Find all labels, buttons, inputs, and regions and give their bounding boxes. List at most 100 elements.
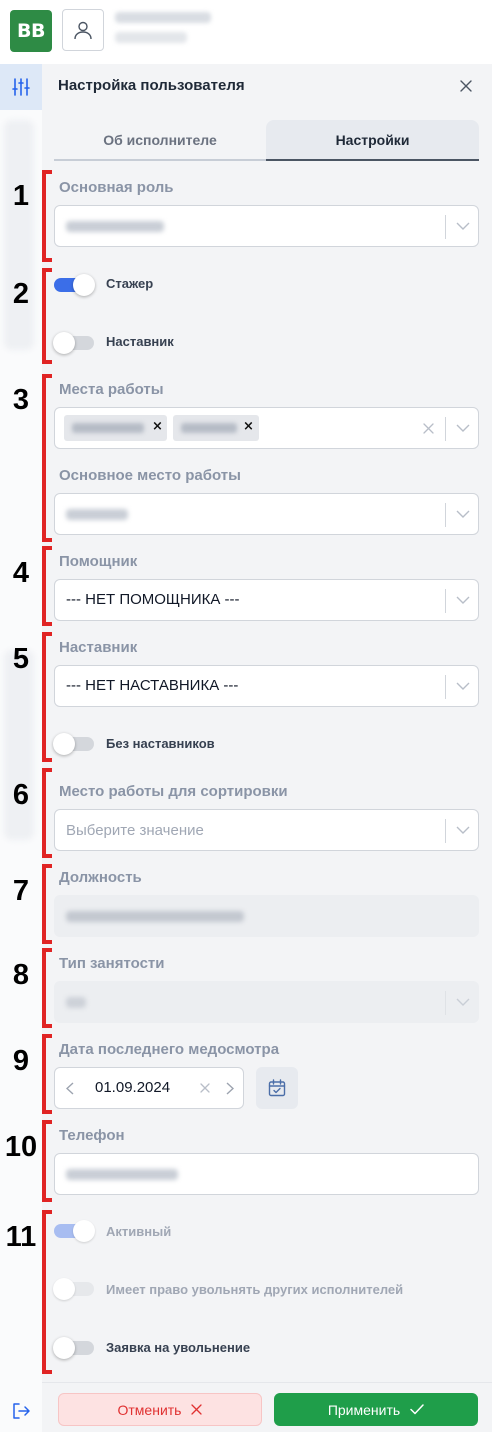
annotation-cap (42, 268, 52, 272)
active-toggle-label: Активный (106, 1224, 172, 1239)
position-field (54, 895, 479, 937)
annotation-cap (42, 1198, 52, 1202)
chevron-down-icon[interactable] (453, 590, 473, 610)
position-label: Должность (59, 869, 142, 886)
annotation-cap (42, 1370, 52, 1374)
annotation-number-9: 9 (12, 1045, 30, 1077)
no-mentors-toggle[interactable] (53, 733, 94, 755)
chevron-left-icon[interactable] (61, 1079, 79, 1097)
check-icon (410, 1404, 424, 1415)
main-role-value-redacted (66, 221, 164, 232)
annotation-bar-10 (42, 1120, 46, 1202)
tab-settings[interactable]: Настройки (266, 120, 479, 161)
mentor-label: Наставник (59, 639, 138, 656)
annotation-number-8: 8 (12, 959, 30, 991)
chevron-down-icon[interactable] (453, 504, 473, 524)
chevron-down-icon[interactable] (453, 820, 473, 840)
chevron-down-icon[interactable] (453, 418, 473, 438)
annotation-cap (42, 374, 52, 378)
annotation-cap (42, 1120, 52, 1124)
assistant-select[interactable]: --- НЕТ ПОМОЩНИКА --- (54, 579, 479, 621)
assistant-value: --- НЕТ ПОМОЩНИКА --- (66, 591, 240, 608)
select-separator (445, 503, 446, 527)
annotation-number-10: 10 (4, 1131, 38, 1163)
annotation-cap (42, 948, 52, 952)
mentor-select[interactable]: --- НЕТ НАСТАВНИКА --- (54, 665, 479, 707)
annotation-bar-4 (42, 546, 46, 626)
app-logo[interactable]: BB (10, 10, 52, 52)
cancel-button[interactable]: Отменить (58, 1393, 262, 1426)
phone-value-redacted (66, 1169, 178, 1180)
user-settings-panel: Настройка пользователя Об исполнителе На… (42, 64, 492, 1432)
annotation-cap (42, 940, 52, 944)
employment-type-select (54, 981, 479, 1023)
annotation-bar-5 (42, 632, 46, 762)
annotation-bar-7 (42, 864, 46, 944)
cancel-button-label: Отменить (117, 1401, 182, 1418)
annotation-number-2: 2 (12, 278, 30, 310)
annotation-number-7: 7 (12, 875, 30, 907)
chip-remove-icon[interactable]: × (152, 419, 163, 434)
chevron-down-icon[interactable] (453, 216, 473, 236)
annotation-cap (42, 360, 52, 364)
mentor-role-toggle[interactable] (53, 332, 94, 354)
assistant-label: Помощник (59, 553, 138, 570)
sliders-icon[interactable] (0, 64, 42, 110)
chip-text-redacted (181, 423, 237, 433)
dismissal-request-toggle[interactable] (53, 1337, 94, 1359)
sort-place-placeholder: Выберите значение (66, 822, 204, 839)
chevron-down-icon (453, 992, 473, 1012)
chevron-down-icon[interactable] (453, 676, 473, 696)
work-places-multiselect[interactable]: × × (54, 407, 479, 449)
clear-icon[interactable] (196, 1079, 214, 1097)
calendar-icon[interactable] (256, 1067, 298, 1109)
tab-about[interactable]: Об исполнителе (54, 120, 266, 161)
annotation-cap (42, 1024, 52, 1028)
panel-title: Настройка пользователя (58, 77, 245, 94)
annotation-bar-6 (42, 768, 46, 858)
annotation-cap (42, 546, 52, 550)
medical-date-value[interactable]: 01.09.2024 (95, 1079, 170, 1096)
logout-icon[interactable] (8, 1398, 34, 1424)
user-avatar-icon[interactable] (62, 9, 104, 51)
work-place-chip: × (173, 415, 259, 441)
annotation-cap (42, 1034, 52, 1038)
chip-text-redacted (72, 423, 144, 433)
work-place-chip: × (64, 415, 167, 441)
intern-toggle[interactable] (54, 274, 95, 296)
annotation-bar-9 (42, 1034, 46, 1114)
clear-icon[interactable] (419, 419, 437, 437)
toggle-knob (53, 733, 75, 755)
main-work-place-select[interactable] (54, 493, 479, 535)
main-work-place-label: Основное место работы (59, 467, 241, 484)
medical-date-label: Дата последнего медосмотра (59, 1041, 280, 1058)
can-fire-toggle (53, 1278, 94, 1300)
annotation-bar-2 (42, 268, 46, 364)
sort-place-select[interactable]: Выберите значение (54, 809, 479, 851)
phone-input[interactable] (54, 1153, 479, 1195)
panel-header: Настройка пользователя (42, 64, 492, 108)
medical-date-picker[interactable]: 01.09.2024 (54, 1067, 244, 1109)
select-separator (445, 991, 446, 1015)
apply-button[interactable]: Применить (274, 1393, 478, 1426)
annotation-bar-3 (42, 374, 46, 542)
annotation-number-5: 5 (12, 643, 30, 675)
user-name-redacted (115, 12, 211, 23)
chip-remove-icon[interactable]: × (243, 419, 254, 434)
mentor-role-toggle-label: Наставник (106, 334, 174, 349)
annotation-cap (42, 622, 52, 626)
annotation-cap (42, 1210, 52, 1214)
annotation-bar-1 (42, 170, 46, 262)
close-icon[interactable] (456, 76, 476, 96)
annotation-cap (42, 854, 52, 858)
main-role-select[interactable] (54, 205, 479, 247)
annotation-number-4: 4 (12, 557, 30, 589)
chevron-right-icon[interactable] (221, 1079, 239, 1097)
user-role-redacted (115, 32, 187, 43)
intern-toggle-label: Стажер (106, 276, 154, 291)
toggle-knob (73, 274, 95, 296)
select-separator (445, 589, 446, 613)
annotation-bar-11 (42, 1210, 46, 1374)
main-role-label: Основная роль (59, 179, 174, 196)
annotation-cap (42, 632, 52, 636)
